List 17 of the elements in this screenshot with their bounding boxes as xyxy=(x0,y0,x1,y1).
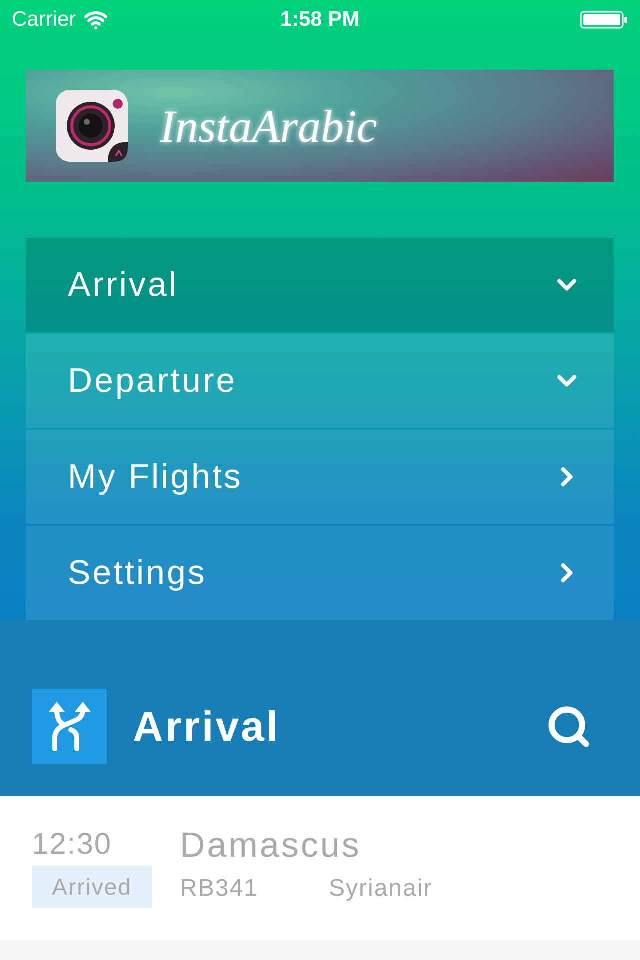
status-time: 1:58 PM xyxy=(280,7,360,34)
camera-app-icon xyxy=(56,90,128,162)
menu-item[interactable]: Settings xyxy=(26,526,614,620)
menu-item[interactable]: Arrival xyxy=(26,238,614,332)
flight-city: Damascus xyxy=(180,826,362,866)
merging-arrows-icon xyxy=(32,689,107,764)
app-title: InstaArabic xyxy=(160,100,378,154)
menu-item[interactable]: My Flights xyxy=(26,430,614,524)
header-title: Arrival xyxy=(133,702,280,752)
flight-number: RB341 xyxy=(180,874,260,904)
search-icon[interactable] xyxy=(546,704,592,750)
carrier-label: Carrier xyxy=(12,7,76,34)
battery-icon xyxy=(580,11,628,29)
flight-airline: Syrianair xyxy=(329,874,433,904)
flight-time: 12:30 xyxy=(32,827,114,863)
flight-status: Arrived xyxy=(32,866,152,908)
menu-item[interactable]: Departure xyxy=(26,334,614,428)
